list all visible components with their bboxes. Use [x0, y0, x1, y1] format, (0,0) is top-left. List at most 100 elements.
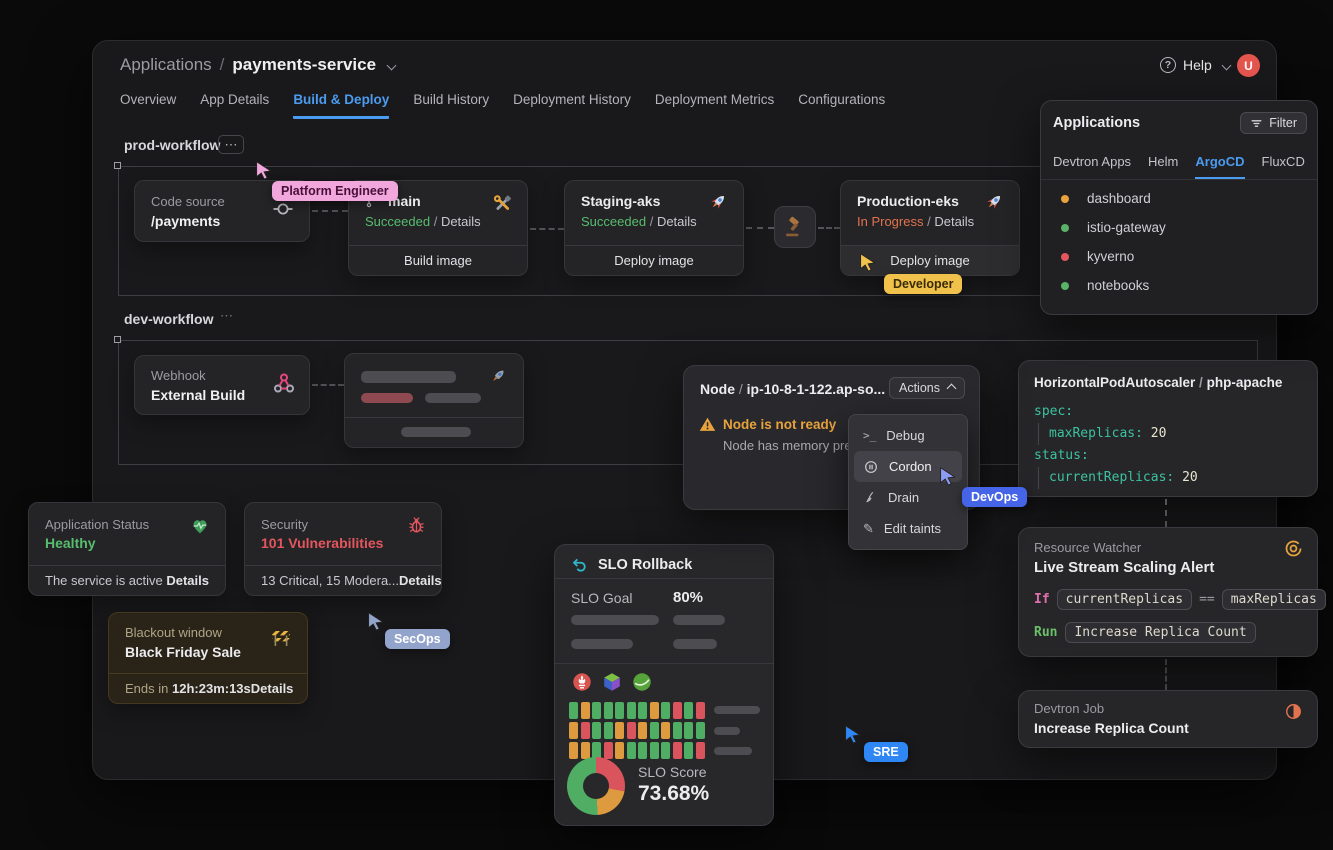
status-dot: [1061, 224, 1069, 232]
slo-grid-cell: [650, 702, 659, 719]
resource-watcher-subtitle: Live Stream Scaling Alert: [1034, 559, 1214, 576]
app-name: istio-gateway: [1087, 220, 1166, 235]
separator: /: [434, 214, 438, 229]
help-menu[interactable]: ? Help: [1160, 57, 1230, 73]
condition-left-chip[interactable]: currentReplicas: [1057, 589, 1192, 610]
prod-workflow-more-button[interactable]: ⋯: [218, 135, 244, 154]
slo-rollback-card: SLO Rollback SLO Goal 80% SLO Score 73.6…: [554, 544, 774, 826]
selection-handle[interactable]: [114, 336, 121, 343]
blackout-details-link[interactable]: Details: [251, 681, 294, 696]
badge-developer: Developer: [884, 274, 962, 294]
production-details-link[interactable]: Details: [934, 214, 974, 229]
pencil-icon: ✎: [863, 521, 874, 537]
applications-panel: Applications Filter Devtron Apps Helm Ar…: [1040, 100, 1318, 315]
application-status-footer: The service is active: [45, 573, 163, 588]
badge-secops: SecOps: [385, 629, 450, 649]
tab-devtron-apps[interactable]: Devtron Apps: [1053, 154, 1131, 180]
avatar[interactable]: U: [1237, 54, 1260, 77]
rollback-icon: [571, 556, 589, 574]
tab-configurations[interactable]: Configurations: [798, 92, 885, 119]
slo-grid-cell: [569, 722, 578, 739]
badge-label: Developer: [893, 277, 953, 291]
tab-app-details[interactable]: App Details: [200, 92, 269, 119]
build-details-link[interactable]: Details: [441, 214, 481, 229]
slo-grid-cell: [638, 722, 647, 739]
production-action-label: Deploy image: [890, 253, 970, 268]
filter-button[interactable]: Filter: [1240, 112, 1307, 134]
tab-helm[interactable]: Helm: [1148, 154, 1178, 180]
production-name: Production-eks: [857, 193, 959, 209]
selection-handle[interactable]: [114, 162, 121, 169]
slo-grid-cell: [627, 702, 636, 719]
connector: [746, 227, 774, 229]
list-item[interactable]: kyverno: [1061, 249, 1166, 264]
security-details-link[interactable]: Details: [399, 573, 442, 588]
connector: [312, 384, 344, 386]
tab-argocd[interactable]: ArgoCD: [1195, 154, 1244, 180]
slo-grid-cell: [661, 702, 670, 719]
tab-build-deploy[interactable]: Build & Deploy: [293, 92, 389, 119]
operator: ==: [1199, 592, 1215, 607]
skeleton-bar: [673, 615, 725, 625]
staging-details-link[interactable]: Details: [657, 214, 697, 229]
tab-overview[interactable]: Overview: [120, 92, 176, 119]
slo-grid-cell: [638, 742, 647, 759]
chevron-down-icon[interactable]: [387, 60, 397, 70]
chevron-up-icon: [947, 383, 957, 393]
webhook-card[interactable]: Webhook External Build: [134, 355, 310, 415]
application-status-details-link[interactable]: Details: [166, 573, 209, 588]
yaml-key: maxReplicas:: [1049, 426, 1143, 441]
app-name: notebooks: [1087, 278, 1149, 293]
blackout-ends-label: Ends in: [125, 681, 168, 696]
yaml-key: currentReplicas:: [1049, 470, 1174, 485]
heart-pulse-icon: [189, 515, 211, 537]
tab-deployment-metrics[interactable]: Deployment Metrics: [655, 92, 774, 119]
dev-workflow-more-button[interactable]: ⋯: [220, 308, 233, 324]
skeleton-bar: [361, 393, 413, 403]
list-item[interactable]: istio-gateway: [1061, 220, 1166, 235]
separator: /: [650, 214, 654, 229]
skeleton-bar: [571, 639, 633, 649]
rocket-icon: [982, 191, 1006, 215]
skeleton-bar: [425, 393, 481, 403]
security-card[interactable]: Security 101 Vulnerabilities 13 Critical…: [244, 502, 442, 596]
breadcrumb: Applications / payments-service: [120, 55, 395, 75]
tab-deployment-history[interactable]: Deployment History: [513, 92, 631, 119]
skeleton-bar: [571, 615, 659, 625]
slo-history-grid: [569, 702, 705, 759]
breadcrumb-section[interactable]: Applications: [120, 55, 212, 75]
list-item[interactable]: dashboard: [1061, 191, 1166, 206]
blackout-countdown: 12h:23m:13s: [172, 681, 251, 696]
build-action[interactable]: Build image: [349, 245, 527, 275]
condition-right-chip[interactable]: maxReplicas: [1222, 589, 1326, 610]
list-item[interactable]: notebooks: [1061, 278, 1166, 293]
node-name: ip-10-8-1-122.ap-so...: [747, 381, 886, 397]
actions-button[interactable]: Actions: [889, 377, 965, 399]
cursor-secops: [366, 611, 387, 637]
prod-workflow-title: prod-workflow: [124, 137, 220, 153]
run-action-chip[interactable]: Increase Replica Count: [1065, 622, 1255, 643]
approval-gate[interactable]: [774, 206, 816, 248]
separator: /: [1199, 375, 1203, 390]
skeleton-bar: [361, 371, 456, 383]
devtron-job-panel[interactable]: Devtron Job Increase Replica Count: [1018, 690, 1318, 748]
applications-tab-bar: Devtron Apps Helm ArgoCD FluxCD: [1053, 154, 1305, 180]
tab-build-history[interactable]: Build History: [413, 92, 489, 119]
application-status-card[interactable]: Application Status Healthy The service i…: [28, 502, 226, 596]
node-warning-title: Node is not ready: [723, 417, 836, 432]
slo-grid-cell: [615, 702, 624, 719]
node-kind: Node: [700, 381, 735, 397]
slo-score-donut: [567, 757, 625, 815]
slo-grid-cell: [569, 742, 578, 759]
staging-pipeline-card[interactable]: Staging-aks Succeeded / Details Deploy i…: [564, 180, 744, 276]
menu-item-edit-taints[interactable]: ✎ Edit taints: [854, 513, 962, 544]
badge-label: SRE: [873, 745, 899, 759]
node-warning-subtitle: Node has memory pre: [723, 438, 852, 453]
staging-action[interactable]: Deploy image: [565, 245, 743, 275]
tab-fluxcd[interactable]: FluxCD: [1262, 154, 1305, 180]
rocket-icon: [487, 366, 509, 388]
blackout-window-card[interactable]: Blackout window Black Friday Sale Ends i…: [108, 612, 308, 704]
menu-item-debug[interactable]: >_ Debug: [854, 420, 962, 451]
connector: [1165, 659, 1167, 690]
badge-label: DevOps: [971, 490, 1018, 504]
